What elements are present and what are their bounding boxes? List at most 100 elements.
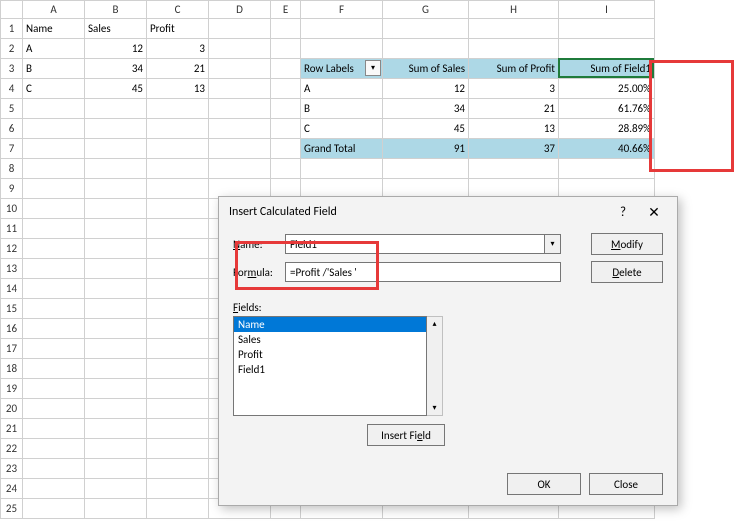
cell-A16[interactable] <box>23 319 85 339</box>
row-header-17[interactable]: 17 <box>1 339 23 359</box>
scroll-down-icon[interactable]: ▾ <box>427 401 442 415</box>
cell-H6[interactable]: 13 <box>469 119 559 139</box>
cell-D8[interactable] <box>209 159 271 179</box>
scroll-up-icon[interactable]: ▴ <box>427 317 442 331</box>
cell-C23[interactable] <box>147 459 209 479</box>
cell-C24[interactable] <box>147 479 209 499</box>
row-header-1[interactable]: 1 <box>1 19 23 39</box>
col-header-F[interactable]: F <box>301 1 383 19</box>
cell-B13[interactable] <box>85 259 147 279</box>
cell-H3[interactable]: Sum of Profit <box>469 59 559 79</box>
row-header-20[interactable]: 20 <box>1 399 23 419</box>
cell-C14[interactable] <box>147 279 209 299</box>
cell-E6[interactable] <box>271 119 301 139</box>
cell-F7[interactable]: Grand Total <box>301 139 383 159</box>
cell-C8[interactable] <box>147 159 209 179</box>
field-item-profit[interactable]: Profit <box>234 347 426 362</box>
cell-A21[interactable] <box>23 419 85 439</box>
field-item-sales[interactable]: Sales <box>234 332 426 347</box>
cell-H7[interactable]: 37 <box>469 139 559 159</box>
cell-B19[interactable] <box>85 379 147 399</box>
ok-button[interactable]: OK <box>507 473 581 495</box>
field-item-name[interactable]: Name <box>234 317 426 332</box>
cell-C15[interactable] <box>147 299 209 319</box>
row-header-13[interactable]: 13 <box>1 259 23 279</box>
cell-B22[interactable] <box>85 439 147 459</box>
cell-B4[interactable]: 45 <box>85 79 147 99</box>
cell-E4[interactable] <box>271 79 301 99</box>
cell-C4[interactable]: 13 <box>147 79 209 99</box>
cell-A23[interactable] <box>23 459 85 479</box>
cell-C22[interactable] <box>147 439 209 459</box>
cell-B10[interactable] <box>85 199 147 219</box>
cell-B24[interactable] <box>85 479 147 499</box>
col-header-E[interactable]: E <box>271 1 301 19</box>
cell-C13[interactable] <box>147 259 209 279</box>
cell-I2[interactable] <box>559 39 655 59</box>
cell-D1[interactable] <box>209 19 271 39</box>
cell-B1[interactable]: Sales <box>85 19 147 39</box>
cell-A2[interactable]: A <box>23 39 85 59</box>
row-header-7[interactable]: 7 <box>1 139 23 159</box>
cell-B6[interactable] <box>85 119 147 139</box>
cell-F6[interactable]: C <box>301 119 383 139</box>
col-header-A[interactable]: A <box>23 1 85 19</box>
cell-B18[interactable] <box>85 359 147 379</box>
cell-B14[interactable] <box>85 279 147 299</box>
row-header-6[interactable]: 6 <box>1 119 23 139</box>
row-header-19[interactable]: 19 <box>1 379 23 399</box>
select-all-corner[interactable] <box>1 1 23 19</box>
row-header-2[interactable]: 2 <box>1 39 23 59</box>
cell-B12[interactable] <box>85 239 147 259</box>
cell-A25[interactable] <box>23 499 85 519</box>
row-header-21[interactable]: 21 <box>1 419 23 439</box>
cell-B8[interactable] <box>85 159 147 179</box>
cell-C12[interactable] <box>147 239 209 259</box>
cell-A13[interactable] <box>23 259 85 279</box>
cell-B16[interactable] <box>85 319 147 339</box>
cell-E7[interactable] <box>271 139 301 159</box>
cell-E3[interactable] <box>271 59 301 79</box>
cell-I8[interactable] <box>559 159 655 179</box>
row-header-5[interactable]: 5 <box>1 99 23 119</box>
cell-C7[interactable] <box>147 139 209 159</box>
cell-A5[interactable] <box>23 99 85 119</box>
row-header-24[interactable]: 24 <box>1 479 23 499</box>
cell-A11[interactable] <box>23 219 85 239</box>
cell-A9[interactable] <box>23 179 85 199</box>
cell-A8[interactable] <box>23 159 85 179</box>
cell-A12[interactable] <box>23 239 85 259</box>
cell-D3[interactable] <box>209 59 271 79</box>
row-header-18[interactable]: 18 <box>1 359 23 379</box>
name-dropdown-button[interactable]: ▾ <box>545 234 561 254</box>
cell-F5[interactable]: B <box>301 99 383 119</box>
field-item-field1[interactable]: Field1 <box>234 362 426 377</box>
cell-B20[interactable] <box>85 399 147 419</box>
cell-C2[interactable]: 3 <box>147 39 209 59</box>
cell-I6[interactable]: 28.89% <box>559 119 655 139</box>
cell-B23[interactable] <box>85 459 147 479</box>
col-header-I[interactable]: I <box>559 1 655 19</box>
cell-I4[interactable]: 25.00% <box>559 79 655 99</box>
row-header-14[interactable]: 14 <box>1 279 23 299</box>
cell-F1[interactable] <box>301 19 383 39</box>
cell-A18[interactable] <box>23 359 85 379</box>
col-header-C[interactable]: C <box>147 1 209 19</box>
cell-H4[interactable]: 3 <box>469 79 559 99</box>
cell-G8[interactable] <box>383 159 469 179</box>
row-header-22[interactable]: 22 <box>1 439 23 459</box>
cell-C6[interactable] <box>147 119 209 139</box>
cell-D4[interactable] <box>209 79 271 99</box>
cell-C11[interactable] <box>147 219 209 239</box>
cell-C3[interactable]: 21 <box>147 59 209 79</box>
cell-C10[interactable] <box>147 199 209 219</box>
row-header-9[interactable]: 9 <box>1 179 23 199</box>
cell-I5[interactable]: 61.76% <box>559 99 655 119</box>
row-header-23[interactable]: 23 <box>1 459 23 479</box>
insert-field-button[interactable]: Insert Field <box>367 424 445 446</box>
row-header-3[interactable]: 3 <box>1 59 23 79</box>
cell-G4[interactable]: 12 <box>383 79 469 99</box>
cell-B21[interactable] <box>85 419 147 439</box>
cell-D7[interactable] <box>209 139 271 159</box>
row-header-11[interactable]: 11 <box>1 219 23 239</box>
